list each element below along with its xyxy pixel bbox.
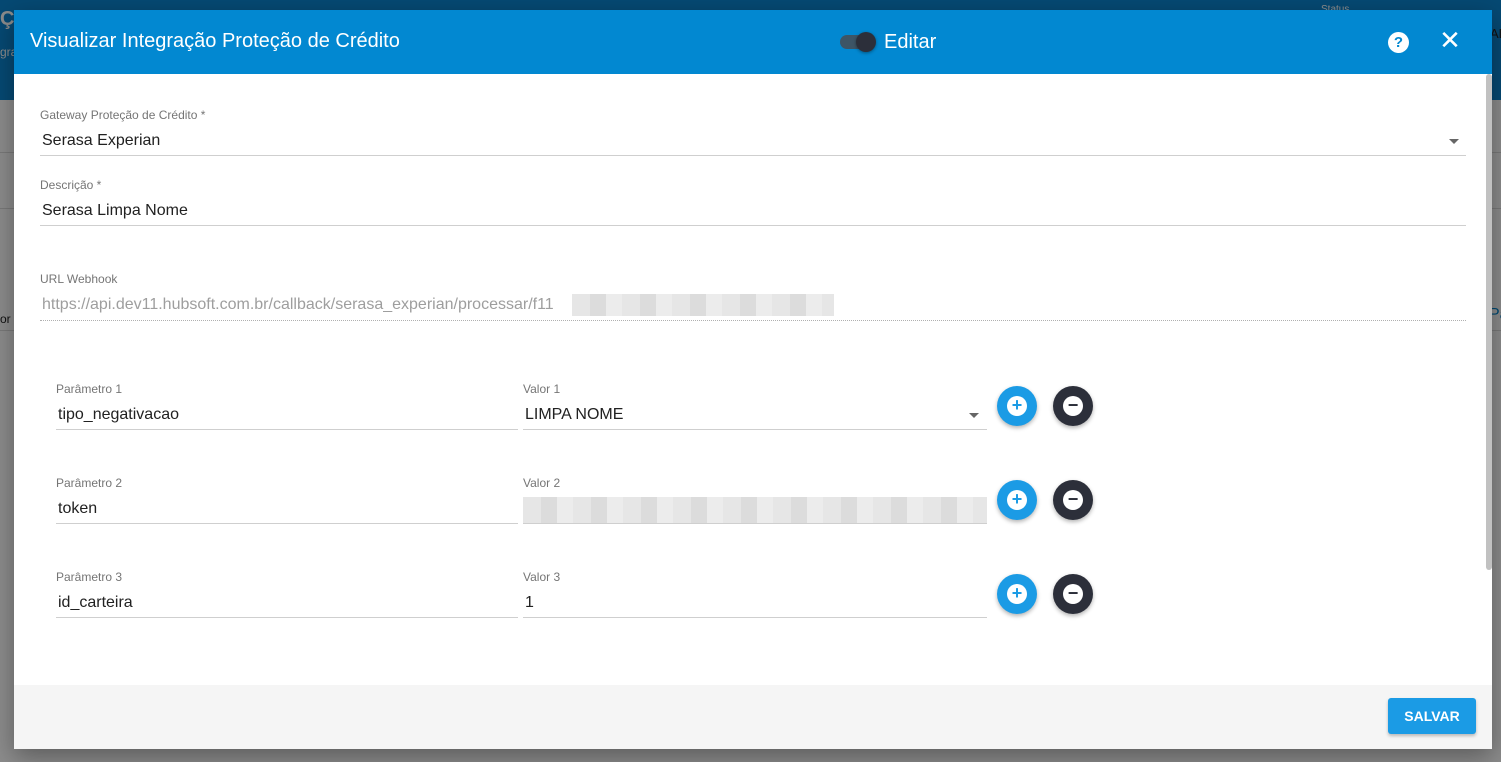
- dialog-scrollbar[interactable]: [1486, 74, 1492, 570]
- dialog-header: Visualizar Integração Proteção de Crédit…: [14, 10, 1492, 74]
- chevron-down-icon: [1449, 139, 1459, 144]
- add-parameter-button[interactable]: +: [997, 574, 1037, 614]
- value-3-field[interactable]: Valor 3 1: [523, 570, 987, 618]
- minus-icon: −: [1063, 490, 1083, 510]
- edit-toggle-label: Editar: [884, 31, 937, 53]
- description-field[interactable]: Descrição * Serasa Limpa Nome: [40, 178, 1466, 226]
- integration-dialog: Visualizar Integração Proteção de Crédit…: [14, 10, 1492, 749]
- help-icon[interactable]: ?: [1388, 32, 1409, 53]
- value-value: 1: [525, 594, 534, 611]
- parameter-3-field[interactable]: Parâmetro 3 id_carteira: [56, 570, 518, 618]
- description-label: Descrição *: [40, 178, 102, 192]
- minus-icon: −: [1063, 584, 1083, 604]
- field-underline: [523, 429, 987, 430]
- redacted-block: [523, 497, 987, 523]
- remove-parameter-button[interactable]: −: [1053, 480, 1093, 520]
- plus-icon: +: [1007, 396, 1027, 416]
- redacted-block: [572, 294, 834, 316]
- gateway-label: Gateway Proteção de Crédito *: [40, 108, 206, 122]
- parameter-label: Parâmetro 3: [56, 570, 123, 584]
- description-value: Serasa Limpa Nome: [42, 202, 188, 219]
- parameter-label: Parâmetro 1: [56, 382, 123, 396]
- webhook-label: URL Webhook: [40, 272, 118, 286]
- toggle-knob: [856, 32, 876, 52]
- field-underline: [40, 155, 1466, 156]
- minus-icon: −: [1063, 396, 1083, 416]
- parameter-value: token: [58, 500, 98, 517]
- value-label: Valor 1: [523, 382, 561, 396]
- edit-toggle[interactable]: [840, 32, 876, 52]
- webhook-url-field[interactable]: URL Webhook https://api.dev11.hubsoft.co…: [40, 272, 1466, 322]
- field-underline: [40, 320, 1466, 321]
- parameter-value: tipo_negativacao: [58, 406, 179, 423]
- close-icon[interactable]: ✕: [1438, 27, 1462, 53]
- dialog-title: Visualizar Integração Proteção de Crédit…: [30, 30, 400, 52]
- field-underline: [523, 523, 987, 524]
- parameter-1-field[interactable]: Parâmetro 1 tipo_negativacao: [56, 382, 518, 430]
- field-underline: [56, 617, 518, 618]
- value-1-select[interactable]: Valor 1 LIMPA NOME: [523, 382, 987, 430]
- field-underline: [523, 617, 987, 618]
- gateway-value: Serasa Experian: [42, 132, 161, 149]
- add-parameter-button[interactable]: +: [997, 480, 1037, 520]
- remove-parameter-button[interactable]: −: [1053, 574, 1093, 614]
- field-underline: [40, 225, 1466, 226]
- plus-icon: +: [1007, 490, 1027, 510]
- gateway-select[interactable]: Gateway Proteção de Crédito * Serasa Exp…: [40, 108, 1466, 156]
- parameter-label: Parâmetro 2: [56, 476, 123, 490]
- value-2-field[interactable]: Valor 2: [523, 476, 987, 524]
- value-value: LIMPA NOME: [525, 406, 624, 423]
- dialog-footer: SALVAR: [14, 685, 1492, 749]
- value-label: Valor 2: [523, 476, 561, 490]
- plus-icon: +: [1007, 584, 1027, 604]
- add-parameter-button[interactable]: +: [997, 386, 1037, 426]
- value-label: Valor 3: [523, 570, 561, 584]
- webhook-value: https://api.dev11.hubsoft.com.br/callbac…: [42, 296, 554, 313]
- remove-parameter-button[interactable]: −: [1053, 386, 1093, 426]
- save-button[interactable]: SALVAR: [1388, 698, 1476, 734]
- parameter-value: id_carteira: [58, 594, 133, 611]
- field-underline: [56, 429, 518, 430]
- chevron-down-icon: [969, 413, 979, 418]
- field-underline: [56, 523, 518, 524]
- parameter-2-field[interactable]: Parâmetro 2 token: [56, 476, 518, 524]
